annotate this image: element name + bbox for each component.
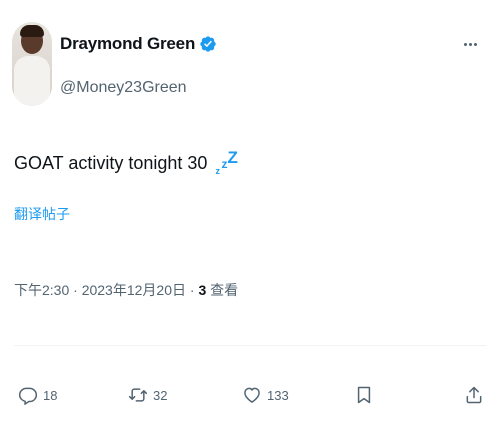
meta-separator: ·: [186, 282, 199, 298]
tweet-text-body: GOAT activity tonight 30: [14, 153, 208, 173]
dot: [473, 42, 477, 46]
avatar[interactable]: [12, 22, 52, 106]
share-button[interactable]: [464, 375, 484, 415]
more-options-icon[interactable]: [458, 34, 482, 54]
translate-post-link[interactable]: 翻译帖子: [14, 204, 70, 224]
bookmark-icon: [357, 386, 371, 404]
divider: [14, 345, 486, 346]
like-count: 133: [267, 387, 289, 403]
tweet-time[interactable]: 下午2:30: [14, 282, 69, 298]
dot: [468, 42, 472, 46]
reply-count: 18: [43, 387, 58, 403]
bookmark-button[interactable]: [354, 375, 374, 415]
share-icon: [466, 386, 482, 404]
reply-icon: [18, 387, 38, 405]
like-button[interactable]: 133: [242, 375, 289, 415]
tweet-date[interactable]: 2023年12月20日: [82, 282, 186, 298]
meta-separator: ·: [69, 282, 82, 298]
user-handle[interactable]: @Money23Green: [60, 79, 187, 97]
retweet-count: 32: [153, 387, 168, 403]
avatar-body-shape: [14, 56, 50, 106]
tweet-meta: 下午2:30 · 2023年12月20日 · 3 查看: [14, 280, 238, 300]
zzz-icon: zzZ: [215, 148, 238, 176]
views-label: 查看: [206, 282, 239, 298]
display-name[interactable]: Draymond Green: [60, 34, 195, 54]
reply-button[interactable]: 18: [18, 375, 57, 415]
retweet-button[interactable]: 32: [128, 375, 167, 415]
retweet-icon: [128, 388, 148, 402]
heart-icon: [244, 387, 260, 403]
name-row: Draymond Green: [60, 32, 217, 56]
verified-badge-icon: [200, 36, 216, 52]
avatar-hair-shape: [20, 25, 44, 37]
dot: [463, 42, 467, 46]
tweet-header: Draymond Green @Money23Green: [0, 0, 500, 118]
tweet-text: GOAT activity tonight 30 zzZ: [14, 148, 238, 176]
action-bar: 18 32 133: [0, 375, 500, 415]
